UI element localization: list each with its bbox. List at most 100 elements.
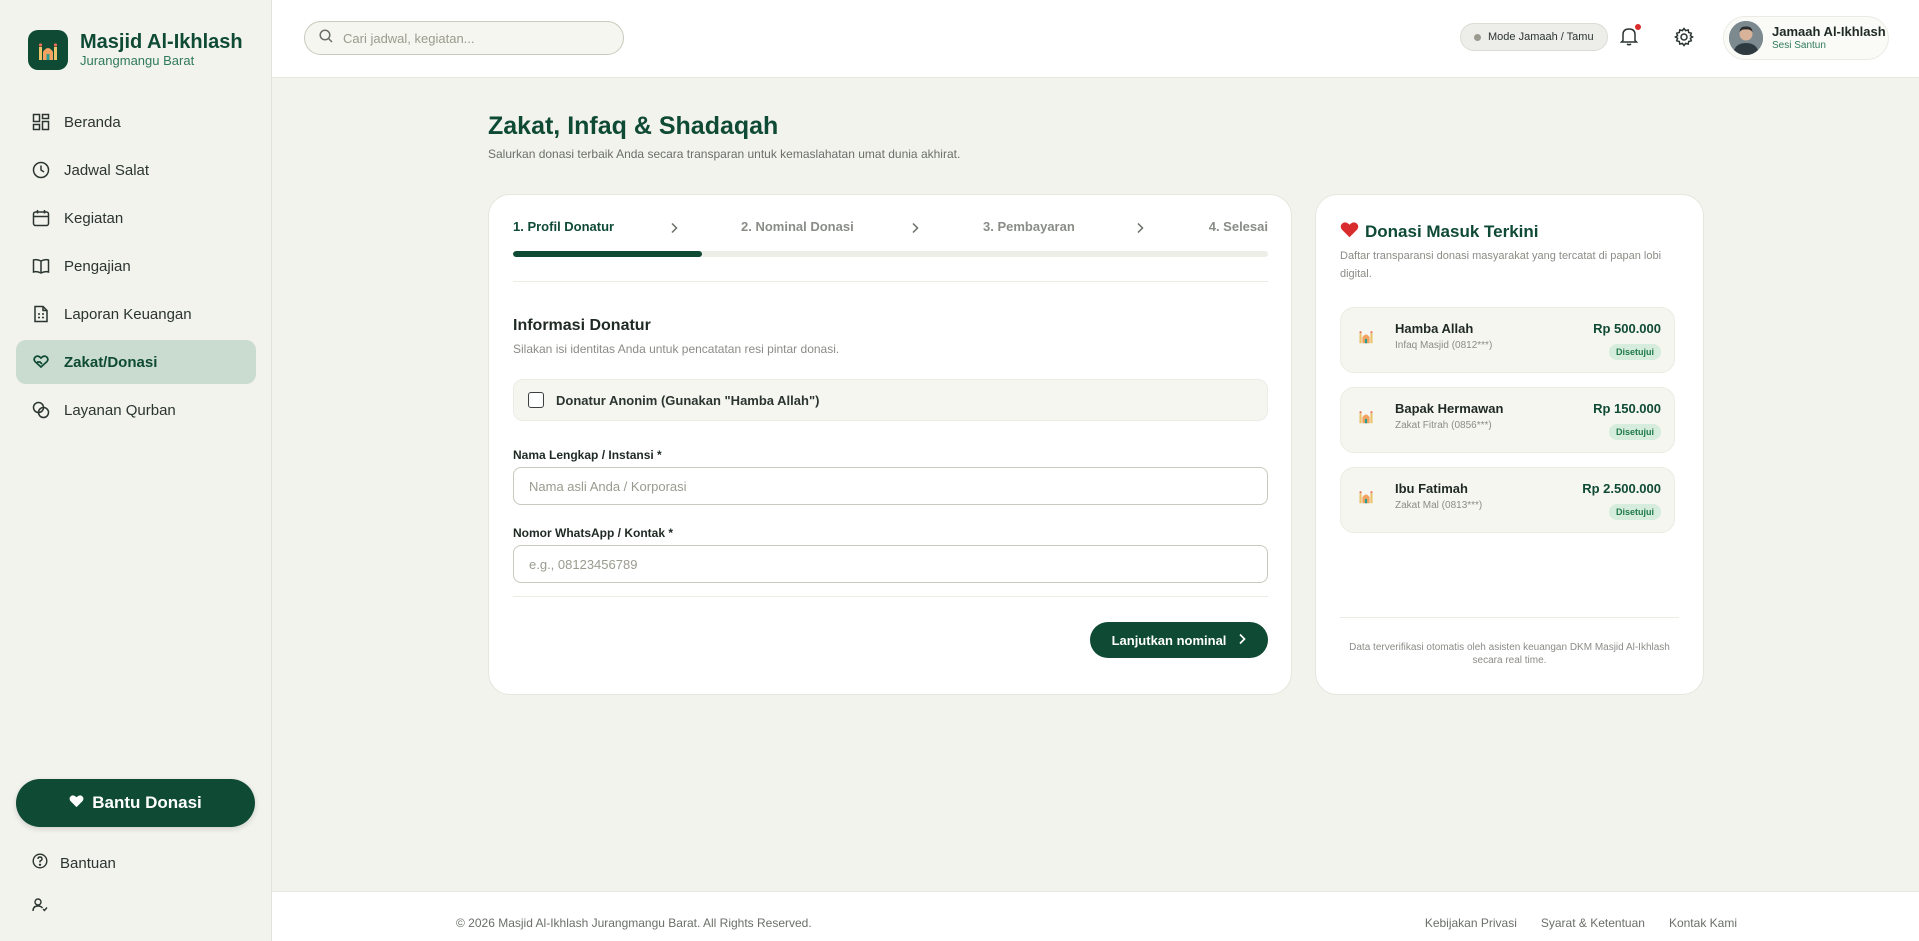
footer-link-contact[interactable]: Kontak Kami	[1669, 916, 1737, 930]
donation-amount: Rp 150.000	[1593, 401, 1661, 416]
divider	[513, 596, 1268, 597]
verification-note: Data terverifikasi otomatis oleh asisten…	[1349, 642, 1670, 666]
continue-nominal-button[interactable]: Lanjutkan nominal	[1090, 622, 1268, 658]
page-footer: © 2026 Masjid Al-Ikhlash Jurangmangu Bar…	[272, 891, 1919, 941]
sidebar-item-label: Beranda	[64, 113, 121, 131]
donation-meta: Zakat Fitrah (0856***)	[1395, 420, 1492, 431]
status-badge: Disetujui	[1608, 424, 1661, 440]
section-subtitle: Silakan isi identitas Anda untuk pencata…	[513, 342, 840, 356]
name-field-wrapper[interactable]	[513, 467, 1268, 505]
donation-amount: Rp 500.000	[1593, 321, 1661, 336]
mode-label: Mode Jamaah / Tamu	[1488, 31, 1594, 43]
search-box[interactable]	[304, 21, 624, 55]
donation-item: Hamba Allah Infaq Masjid (0812***) Rp 50…	[1340, 307, 1675, 373]
divider	[1340, 617, 1679, 618]
help-label: Bantuan	[60, 854, 116, 872]
sidebar-item-label: Zakat/Donasi	[64, 353, 158, 371]
clock-icon	[32, 161, 50, 179]
mosque-icon	[1357, 408, 1375, 429]
step-nominal-donasi[interactable]: 2. Nominal Donasi	[741, 219, 854, 234]
sidebar-item-label: Laporan Keuangan	[64, 305, 192, 323]
name-field-label: Nama Lengkap / Instansi *	[513, 448, 662, 462]
notification-bell-icon[interactable]	[1619, 24, 1641, 51]
donation-form-card: 1. Profil Donatur 2. Nominal Donasi 3. P…	[488, 194, 1292, 695]
donation-meta: Zakat Mal (0813***)	[1395, 500, 1483, 511]
help-link[interactable]: Bantuan	[32, 853, 116, 873]
brand[interactable]: Masjid Al-Ikhlash Jurangmangu Barat	[28, 30, 243, 70]
coins-icon	[32, 401, 50, 419]
phone-field-wrapper[interactable]	[513, 545, 1268, 583]
brand-name: Masjid Al-Ikhlash	[80, 31, 243, 53]
name-input[interactable]	[529, 478, 1249, 494]
sidebar-item-label: Kegiatan	[64, 209, 124, 227]
user-switch-icon[interactable]	[32, 897, 48, 918]
sidebar-item-pengajian[interactable]: Pengajian	[16, 244, 256, 288]
footer-links: Kebijakan Privasi Syarat & Ketentuan Kon…	[1401, 916, 1737, 930]
search-input[interactable]	[343, 30, 603, 46]
sidebar-item-laporan-keuangan[interactable]: Laporan Keuangan	[16, 292, 256, 336]
donor-name: Hamba Allah	[1395, 321, 1474, 336]
status-badge: Disetujui	[1608, 344, 1661, 360]
page-title: Zakat, Infaq & Shadaqah	[488, 112, 779, 140]
help-icon	[32, 853, 48, 873]
chevron-right-icon	[911, 221, 919, 239]
dashboard-icon	[32, 113, 50, 131]
heart-icon	[1340, 221, 1359, 243]
anonymous-checkbox[interactable]	[528, 392, 544, 408]
sidebar-item-layanan-qurban[interactable]: Layanan Qurban	[16, 388, 256, 432]
wizard-progress-fill	[513, 251, 702, 257]
donation-meta: Infaq Masjid (0812***)	[1395, 340, 1493, 351]
copyright-text: © 2026 Masjid Al-Ikhlash Jurangmangu Bar…	[456, 916, 812, 930]
status-badge: Disetujui	[1608, 504, 1661, 520]
mosque-icon	[28, 30, 68, 70]
report-icon	[32, 305, 50, 323]
step-selesai[interactable]: 4. Selesai	[1209, 219, 1268, 234]
sidebar-item-jadwal-salat[interactable]: Jadwal Salat	[16, 148, 256, 192]
donor-name: Bapak Hermawan	[1395, 401, 1504, 416]
step-pembayaran[interactable]: 3. Pembayaran	[983, 219, 1075, 234]
phone-field-label: Nomor WhatsApp / Kontak *	[513, 526, 674, 540]
settings-gear-icon[interactable]	[1674, 27, 1694, 52]
section-title: Informasi Donatur	[513, 317, 651, 334]
book-icon	[32, 257, 50, 275]
recent-donations-card: Donasi Masuk Terkini Daftar transparansi…	[1315, 194, 1704, 695]
chevron-right-icon	[1238, 633, 1247, 648]
donation-amount: Rp 2.500.000	[1582, 481, 1661, 496]
avatar	[1729, 21, 1763, 55]
phone-input[interactable]	[529, 556, 1249, 572]
wizard-progress-bar	[513, 251, 1268, 257]
recent-donations-title: Donasi Masuk Terkini	[1340, 221, 1539, 243]
hand-heart-icon	[32, 353, 50, 371]
sidebar-item-label: Jadwal Salat	[64, 161, 150, 179]
donation-item: Bapak Hermawan Zakat Fitrah (0856***) Rp…	[1340, 387, 1675, 453]
page-subtitle: Salurkan donasi terbaik Anda secara tran…	[488, 147, 961, 161]
user-name: Jamaah Al-Ikhlash	[1772, 24, 1886, 39]
sidebar-item-label: Layanan Qurban	[64, 401, 176, 419]
sidebar-item-kegiatan[interactable]: Kegiatan	[16, 196, 256, 240]
footer-link-terms[interactable]: Syarat & Ketentuan	[1541, 916, 1645, 930]
user-role: Sesi Santun	[1772, 40, 1826, 51]
brand-subtitle: Jurangmangu Barat	[80, 53, 195, 68]
bantu-donasi-button[interactable]: Bantu Donasi	[16, 779, 255, 827]
sidebar-nav: Beranda Jadwal Salat Kegiatan Pengajian …	[16, 100, 256, 436]
chevron-right-icon	[670, 221, 678, 239]
heart-icon	[69, 793, 84, 813]
recent-title-label: Donasi Masuk Terkini	[1365, 222, 1539, 241]
footer-link-privacy[interactable]: Kebijakan Privasi	[1425, 916, 1517, 930]
chevron-right-icon	[1136, 221, 1144, 239]
sidebar-item-beranda[interactable]: Beranda	[16, 100, 256, 144]
sidebar-item-label: Pengajian	[64, 257, 131, 275]
anonymous-donor-option[interactable]: Donatur Anonim (Gunakan "Hamba Allah")	[513, 379, 1268, 421]
sidebar-item-zakat-donasi[interactable]: Zakat/Donasi	[16, 340, 256, 384]
sidebar: Masjid Al-Ikhlash Jurangmangu Barat Bera…	[0, 0, 272, 941]
mosque-icon	[1357, 328, 1375, 349]
top-header: Mode Jamaah / Tamu Jamaah Al-Ikhlash Ses…	[272, 0, 1919, 78]
user-profile-menu[interactable]: Jamaah Al-Ikhlash Sesi Santun	[1723, 16, 1889, 60]
mode-toggle[interactable]: Mode Jamaah / Tamu	[1460, 23, 1608, 51]
continue-label: Lanjutkan nominal	[1111, 632, 1227, 648]
search-icon	[319, 28, 333, 48]
wizard-steps: 1. Profil Donatur 2. Nominal Donasi 3. P…	[513, 219, 1268, 237]
step-profil-donatur[interactable]: 1. Profil Donatur	[513, 219, 614, 234]
donor-name: Ibu Fatimah	[1395, 481, 1468, 496]
calendar-icon	[32, 209, 50, 227]
